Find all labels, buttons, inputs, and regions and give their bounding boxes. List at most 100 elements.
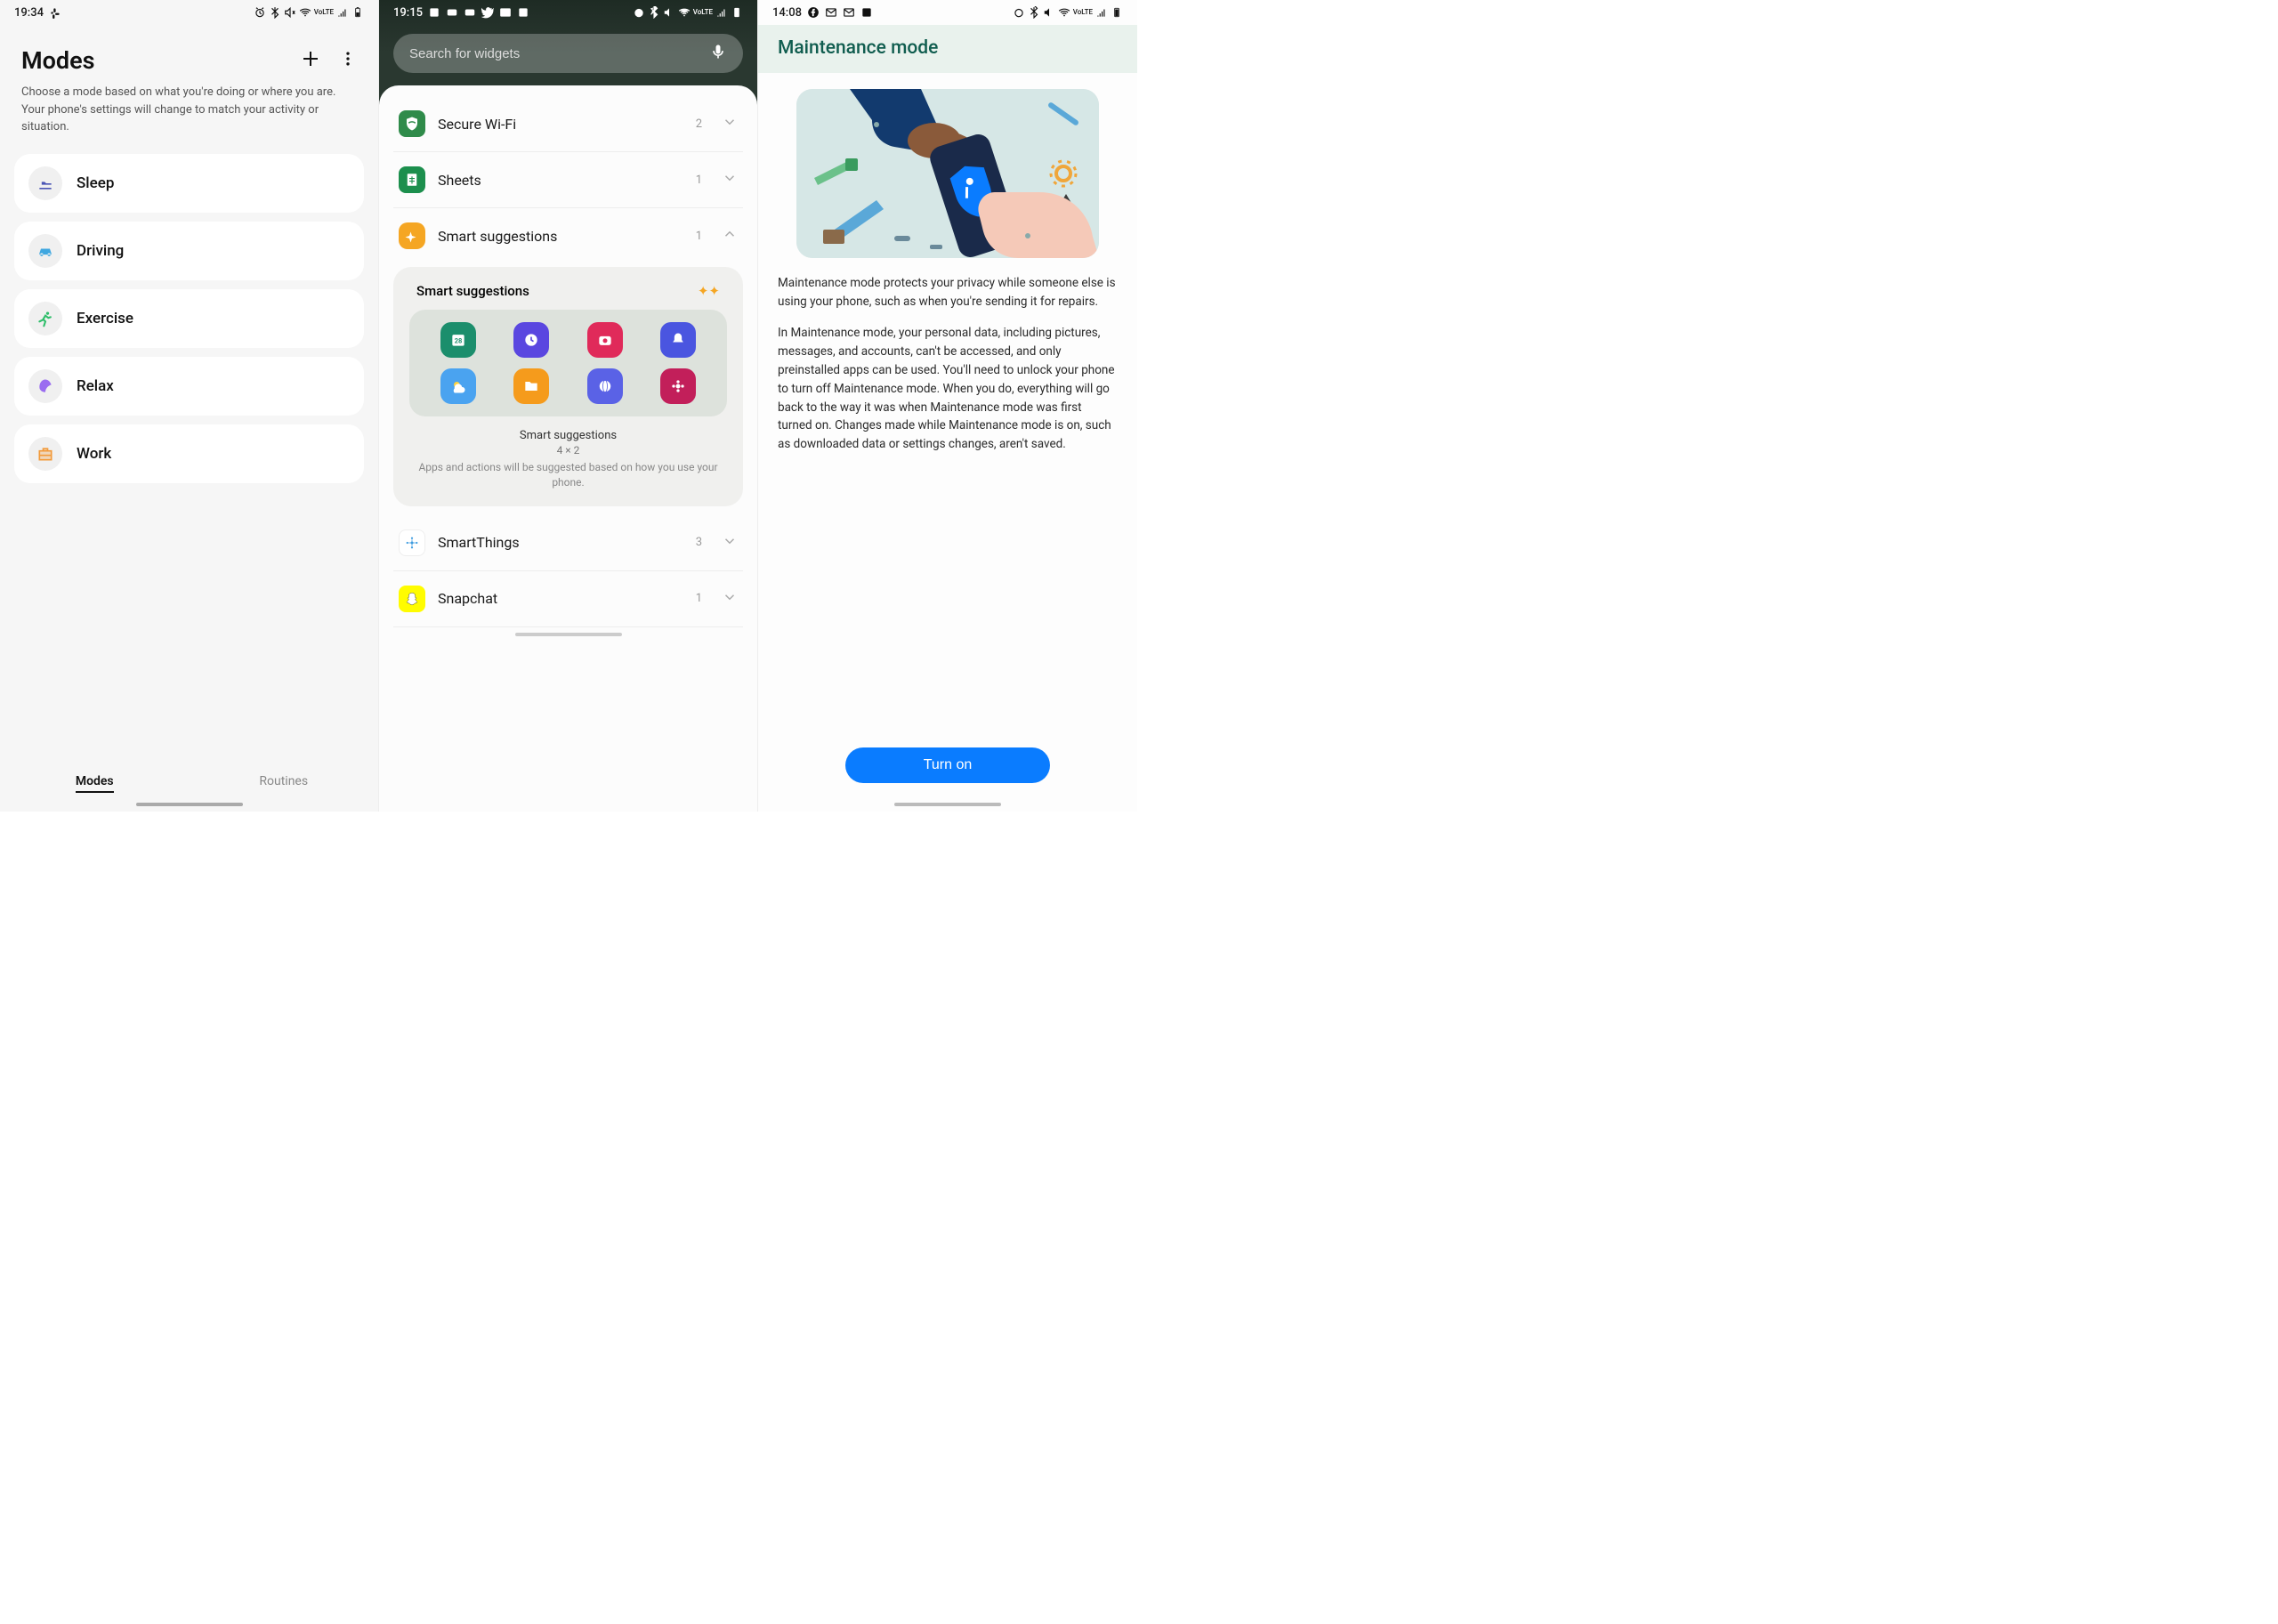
mode-label: Driving xyxy=(77,242,124,260)
chevron-down-icon xyxy=(722,589,738,609)
maintenance-para1: Maintenance mode protects your privacy w… xyxy=(778,274,1118,311)
preview-app-bell xyxy=(660,322,696,358)
mute-icon xyxy=(1043,6,1055,19)
battery-icon xyxy=(1111,6,1123,19)
turn-on-button[interactable]: Turn on xyxy=(845,747,1050,783)
widget-label: Snapchat xyxy=(438,590,683,607)
page-title: Maintenance mode xyxy=(778,37,1118,59)
nav-handle[interactable] xyxy=(136,803,243,806)
mic-icon[interactable] xyxy=(709,43,727,64)
mode-label: Work xyxy=(77,445,111,463)
signal-icon xyxy=(715,6,728,19)
widget-label: Sheets xyxy=(438,172,683,189)
photos-icon xyxy=(517,6,529,19)
battery-icon xyxy=(351,6,364,19)
mute-icon xyxy=(284,6,296,19)
preview-description: Apps and actions will be suggested based… xyxy=(413,460,723,490)
mode-list: Sleep Driving Exercise Relax Work xyxy=(0,147,378,490)
widget-row-sheets[interactable]: Sheets 1 xyxy=(393,152,743,208)
widget-count: 3 xyxy=(696,536,702,549)
screenshot-widgets: 19:15 VoLTE Secure Wi-Fi 2 xyxy=(379,0,758,812)
bluetooth-icon xyxy=(1028,6,1040,19)
screenshot-maintenance: 14:08 VoLTE Maintenance mode xyxy=(758,0,1137,812)
wifi-icon xyxy=(299,6,311,19)
facebook-icon xyxy=(807,6,820,19)
chevron-up-icon xyxy=(722,226,738,246)
widget-row-secure-wifi[interactable]: Secure Wi-Fi 2 xyxy=(393,96,743,152)
widget-label: SmartThings xyxy=(438,534,683,551)
chevron-down-icon xyxy=(722,170,738,190)
mode-item-sleep[interactable]: Sleep xyxy=(14,154,364,213)
gmail-icon xyxy=(825,6,837,19)
chevron-down-icon xyxy=(722,533,738,553)
youtube-icon xyxy=(446,6,458,19)
widget-expanded-card: Smart suggestions ✦✦ 28 Smart suggestion… xyxy=(393,267,743,506)
preview-app-browser xyxy=(587,368,623,404)
screenshot-modes: 19:34 VoLTE Modes Choose a mode based on… xyxy=(0,0,379,812)
widget-search-bar[interactable] xyxy=(393,34,743,73)
widget-row-snapchat[interactable]: Snapchat 1 xyxy=(393,571,743,627)
widget-row-smartthings[interactable]: SmartThings 3 xyxy=(393,515,743,571)
slack-icon xyxy=(428,6,440,19)
add-button[interactable] xyxy=(300,48,321,73)
widget-row-smart-suggestions[interactable]: Smart suggestions 1 xyxy=(393,208,743,263)
mode-item-driving[interactable]: Driving xyxy=(14,222,364,280)
gmail-icon xyxy=(499,6,512,19)
alarm-icon xyxy=(254,6,266,19)
tab-routines[interactable]: Routines xyxy=(190,767,379,796)
mode-item-work[interactable]: Work xyxy=(14,424,364,483)
maintenance-para2: In Maintenance mode, your personal data,… xyxy=(778,324,1118,454)
volte-label: VoLTE xyxy=(1073,9,1093,16)
preview-app-folder xyxy=(513,368,549,404)
mode-item-relax[interactable]: Relax xyxy=(14,357,364,416)
widget-sheet: Secure Wi-Fi 2 Sheets 1 Smart suggestion… xyxy=(379,85,757,812)
mute-icon xyxy=(663,6,675,19)
status-bar: 14:08 VoLTE xyxy=(758,0,1137,25)
widget-label: Smart suggestions xyxy=(438,228,683,245)
nav-handle[interactable] xyxy=(515,633,622,636)
youtube-icon xyxy=(464,6,476,19)
battery-icon xyxy=(731,6,743,19)
svg-text:28: 28 xyxy=(455,336,463,344)
wifi-icon xyxy=(1058,6,1070,19)
preview-app-camera xyxy=(587,322,623,358)
bottom-tabs: Modes Routines xyxy=(0,756,378,799)
status-bar: 19:15 VoLTE xyxy=(379,0,757,25)
signal-icon xyxy=(1095,6,1108,19)
preview-app-gallery xyxy=(660,368,696,404)
gmail-icon xyxy=(843,6,855,19)
mode-label: Sleep xyxy=(77,174,114,192)
status-time: 19:15 xyxy=(393,6,423,20)
preview-app-clock xyxy=(513,322,549,358)
sparkle-icon: ✦✦ xyxy=(698,283,720,299)
widget-label: Secure Wi-Fi xyxy=(438,116,683,133)
photos-icon xyxy=(860,6,873,19)
signal-icon xyxy=(336,6,349,19)
tab-modes[interactable]: Modes xyxy=(0,767,190,796)
widget-count: 1 xyxy=(696,230,702,243)
status-time: 19:34 xyxy=(14,6,44,20)
widget-count: 1 xyxy=(696,174,702,187)
nav-handle[interactable] xyxy=(894,803,1001,806)
preview-app-weather xyxy=(440,368,476,404)
expanded-title: Smart suggestions xyxy=(416,283,529,299)
more-options-button[interactable] xyxy=(339,50,357,71)
volte-label: VoLTE xyxy=(314,9,334,16)
page-subtitle: Choose a mode based on what you're doing… xyxy=(21,84,357,136)
volte-label: VoLTE xyxy=(693,9,713,16)
widget-search-input[interactable] xyxy=(409,46,700,61)
mode-item-exercise[interactable]: Exercise xyxy=(14,289,364,348)
widget-preview[interactable]: 28 xyxy=(409,310,727,416)
slack-icon xyxy=(49,6,61,19)
maintenance-body: Maintenance mode protects your privacy w… xyxy=(758,258,1137,482)
bluetooth-icon xyxy=(269,6,281,19)
bluetooth-icon xyxy=(648,6,660,19)
mode-label: Exercise xyxy=(77,310,133,327)
status-time: 14:08 xyxy=(772,6,802,20)
widget-count: 2 xyxy=(696,117,702,131)
preview-caption: Smart suggestions xyxy=(409,429,727,442)
alarm-icon xyxy=(633,6,645,19)
status-bar: 19:34 VoLTE xyxy=(0,0,378,25)
mode-label: Relax xyxy=(77,377,114,395)
preview-app-calendar: 28 xyxy=(440,322,476,358)
